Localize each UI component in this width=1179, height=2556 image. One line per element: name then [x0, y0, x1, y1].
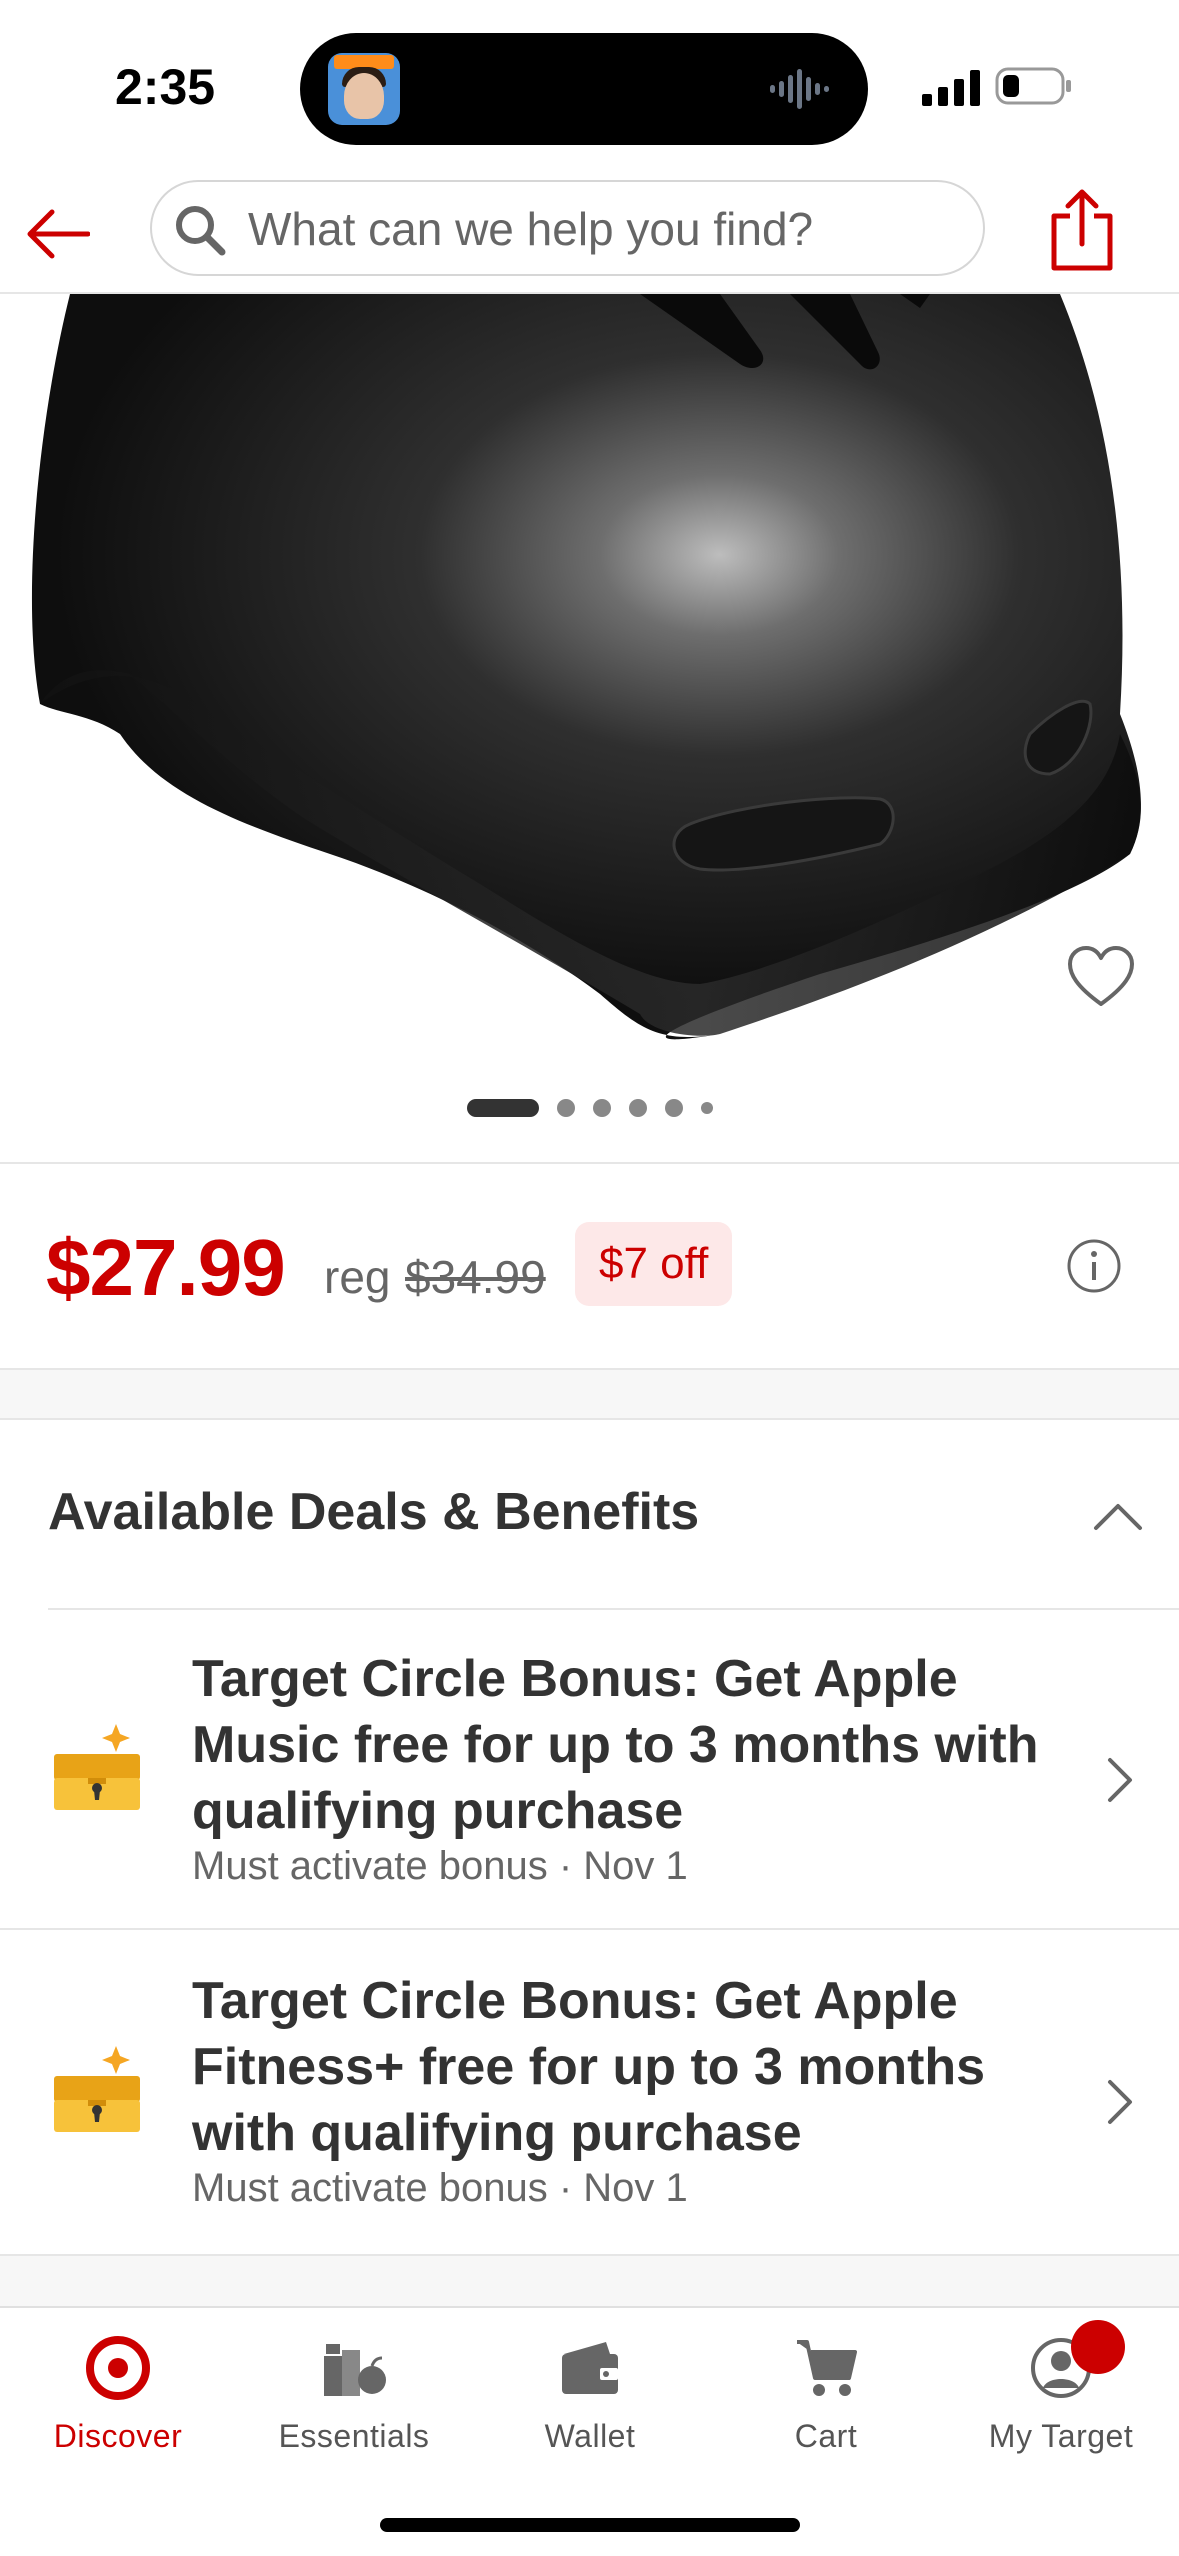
- status-bar: 2:35: [0, 0, 1179, 170]
- search-input[interactable]: [248, 196, 948, 262]
- treasure-chest-icon: [54, 2046, 140, 2132]
- search-header: [0, 170, 1179, 294]
- tab-discover[interactable]: Discover: [0, 2308, 236, 2478]
- notification-dot: [1071, 2320, 1125, 2374]
- product-image[interactable]: [0, 294, 1179, 1074]
- chevron-right-icon: [1108, 1758, 1132, 1802]
- search-icon: [176, 206, 226, 256]
- wallet-icon: [562, 2342, 618, 2394]
- deal-title: Target Circle Bonus: Get Apple Fitness+ …: [192, 1972, 986, 2162]
- tab-label: My Target: [988, 2418, 1134, 2454]
- deal-subtitle: Must activate bonus · Nov 1: [192, 2166, 688, 2210]
- cart-icon: [797, 2340, 857, 2396]
- home-indicator[interactable]: [380, 2518, 800, 2532]
- deal-subtitle: Must activate bonus · Nov 1: [192, 1844, 688, 1888]
- carousel-dot[interactable]: [592, 1099, 611, 1117]
- info-icon[interactable]: [1066, 1238, 1122, 1294]
- share-icon[interactable]: [1046, 188, 1118, 272]
- deal-item[interactable]: Target Circle Bonus: Get Apple Fitness+ …: [0, 1932, 1179, 2252]
- treasure-chest-icon: [54, 1724, 140, 1810]
- deals-header[interactable]: Available Deals & Benefits: [0, 1420, 1179, 1610]
- carousel-dot[interactable]: [664, 1099, 683, 1117]
- arrow-left-icon: [27, 209, 90, 259]
- status-time: 2:35: [115, 59, 216, 115]
- deal-title: Target Circle Bonus: Get Apple Music fre…: [192, 1650, 1039, 1840]
- search-bar[interactable]: [150, 180, 985, 276]
- tab-label: Essentials: [278, 2418, 430, 2454]
- price-section: $27.99 reg $34.99 $7 off: [0, 1164, 1179, 1368]
- regular-price: $34.99: [405, 1251, 546, 1303]
- discount-badge: $7 off: [575, 1222, 733, 1306]
- audio-waveform-icon: [770, 69, 829, 109]
- deals-title: Available Deals & Benefits: [48, 1483, 700, 1541]
- helmet-image: [31, 294, 1141, 1040]
- section-separator: [0, 1368, 1179, 1420]
- favorite-heart-icon[interactable]: [1066, 944, 1136, 1010]
- section-separator: [0, 2254, 1179, 2308]
- tab-essentials[interactable]: Essentials: [236, 2308, 472, 2478]
- carousel-dot-active[interactable]: [466, 1099, 539, 1117]
- chevron-up-icon[interactable]: [1090, 1490, 1146, 1546]
- essentials-icon: [324, 2344, 386, 2396]
- bullseye-icon: [86, 2336, 150, 2400]
- tab-label: Discover: [53, 2418, 183, 2454]
- current-price: $27.99: [46, 1223, 286, 1312]
- back-button[interactable]: [22, 198, 94, 270]
- now-playing-artwork: [328, 53, 400, 125]
- tab-wallet[interactable]: Wallet: [472, 2308, 708, 2478]
- chevron-right-icon: [1108, 2080, 1132, 2124]
- tab-label: Wallet: [544, 2418, 636, 2454]
- dynamic-island[interactable]: [300, 33, 868, 145]
- tab-my-target[interactable]: My Target: [943, 2308, 1179, 2478]
- carousel-indicator[interactable]: [0, 1096, 1179, 1120]
- tab-cart[interactable]: Cart: [708, 2308, 944, 2478]
- battery-icon: [995, 67, 1071, 105]
- regular-price-label: reg: [324, 1251, 391, 1303]
- carousel-dot[interactable]: [700, 1102, 713, 1114]
- deal-item[interactable]: Target Circle Bonus: Get Apple Music fre…: [0, 1610, 1179, 1930]
- tab-label: Cart: [794, 2418, 858, 2454]
- cellular-signal-icon: [922, 70, 980, 106]
- carousel-dot[interactable]: [628, 1099, 647, 1117]
- carousel-dot[interactable]: [556, 1099, 575, 1117]
